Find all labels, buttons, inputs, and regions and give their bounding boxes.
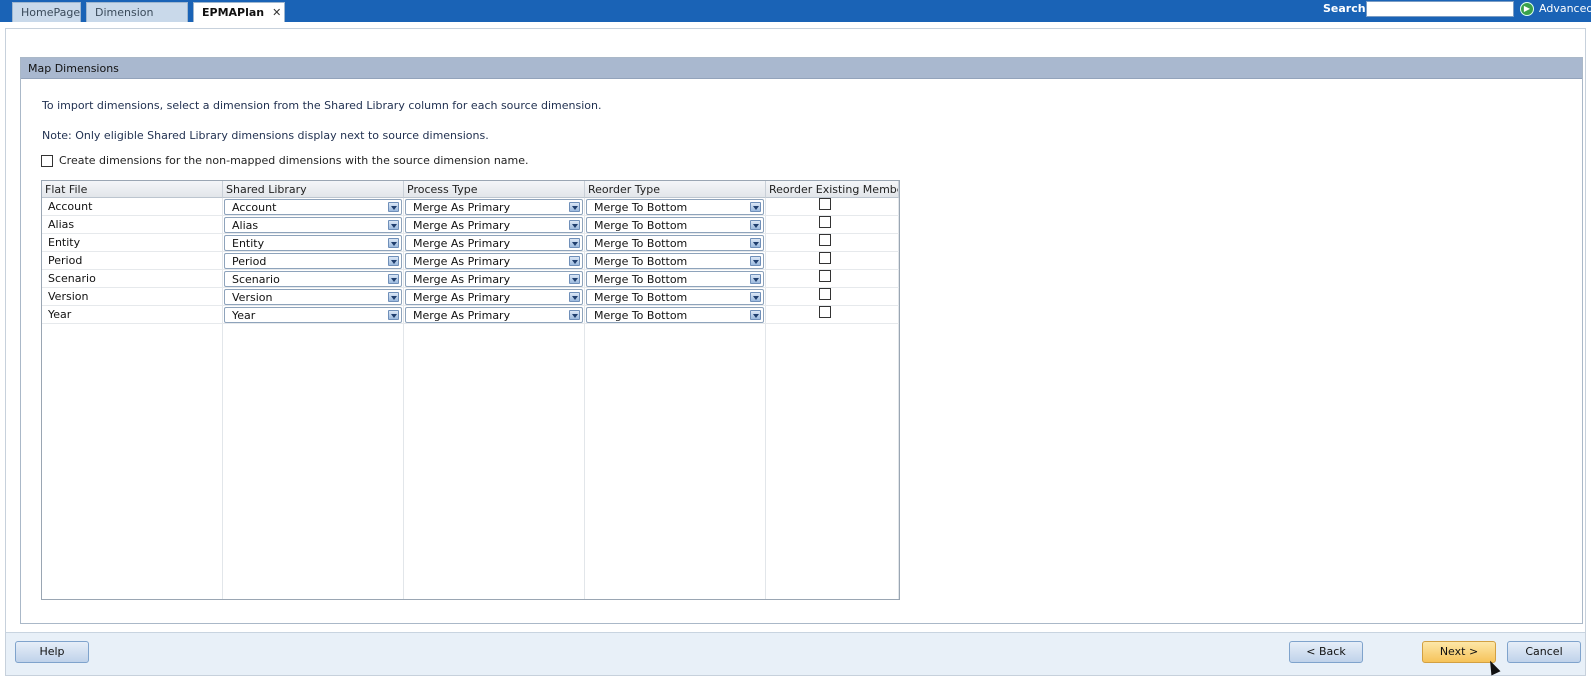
column-header-reorder-type[interactable]: Reorder Type [585,181,766,198]
shared-library-select[interactable]: Entity [224,235,402,251]
tab-label: EPMAPlan [202,6,265,19]
flat-file-cell: Version [48,290,89,303]
process-type-select[interactable]: Merge As Primary [405,217,583,233]
column-header-shared-library[interactable]: Shared Library [223,181,404,198]
reorder-type-select[interactable]: Merge To Bottom [586,271,764,287]
cancel-button[interactable]: Cancel [1507,641,1581,663]
process-type-select[interactable]: Merge As Primary [405,235,583,251]
table-row: Alias Alias Merge As Primary Merge To Bo… [42,216,899,234]
chevron-down-icon[interactable] [388,256,399,266]
table-row: Period Period Merge As Primary Merge To … [42,252,899,270]
reorder-existing-checkbox[interactable] [819,270,831,282]
flat-file-cell: Alias [48,218,75,231]
shared-library-select[interactable]: Alias [224,217,402,233]
reorder-type-select[interactable]: Merge To Bottom [586,217,764,233]
panel-title: Map Dimensions [21,58,1582,79]
chevron-down-icon[interactable] [388,238,399,248]
chevron-down-icon[interactable] [750,274,761,284]
table-row: Year Year Merge As Primary Merge To Bott… [42,306,899,324]
flat-file-cell: Entity [48,236,81,249]
top-bar: HomePage Dimension Library EPMAPlan ✕ Sea… [0,0,1591,39]
shared-library-select[interactable]: Year [224,307,402,323]
chevron-down-icon[interactable] [569,202,580,212]
reorder-type-select[interactable]: Merge To Bottom [586,199,764,215]
instruction-text: To import dimensions, select a dimension… [42,99,602,112]
tab-epmaplan[interactable]: EPMAPlan ✕ [193,2,285,22]
chevron-down-icon[interactable] [388,292,399,302]
advanced-link[interactable]: Advanced [1539,0,1591,18]
search-input[interactable] [1366,1,1514,17]
reorder-existing-checkbox[interactable] [819,198,831,210]
table-row: Entity Entity Merge As Primary Merge To … [42,234,899,252]
tab-homepage[interactable]: HomePage [12,2,81,22]
reorder-type-select[interactable]: Merge To Bottom [586,253,764,269]
chevron-down-icon[interactable] [569,274,580,284]
chevron-down-icon[interactable] [569,310,580,320]
chevron-down-icon[interactable] [388,202,399,212]
reorder-type-select[interactable]: Merge To Bottom [586,289,764,305]
chevron-down-icon[interactable] [569,256,580,266]
process-type-select[interactable]: Merge As Primary [405,199,583,215]
create-dimensions-label: Create dimensions for the non-mapped dim… [59,154,529,167]
shared-library-select[interactable]: Account [224,199,402,215]
table-row: Scenario Scenario Merge As Primary Merge… [42,270,899,288]
reorder-existing-checkbox[interactable] [819,306,831,318]
process-type-select[interactable]: Merge As Primary [405,307,583,323]
flat-file-cell: Scenario [48,272,96,285]
chevron-down-icon[interactable] [750,310,761,320]
chevron-down-icon[interactable] [750,238,761,248]
tab-label: HomePage [21,6,81,19]
tab-dimension-library[interactable]: Dimension Library [86,2,188,39]
flat-file-cell: Account [48,200,93,213]
column-header-process-type[interactable]: Process Type [404,181,585,198]
create-dimensions-checkbox[interactable] [41,155,53,167]
chevron-down-icon[interactable] [569,238,580,248]
table-row: Version Version Merge As Primary Merge T… [42,288,899,306]
process-type-select[interactable]: Merge As Primary [405,289,583,305]
flat-file-cell: Year [48,308,72,321]
shared-library-select[interactable]: Scenario [224,271,402,287]
column-header-flat-file[interactable]: Flat File [42,181,223,198]
reorder-type-select[interactable]: Merge To Bottom [586,307,764,323]
note-text: Note: Only eligible Shared Library dimen… [42,129,489,142]
back-button[interactable]: < Back [1289,641,1363,663]
chevron-down-icon[interactable] [388,310,399,320]
mapping-grid: Flat File Shared Library Process Type Re… [41,180,900,600]
process-type-select[interactable]: Merge As Primary [405,253,583,269]
next-button[interactable]: Next > [1422,641,1496,663]
reorder-existing-checkbox[interactable] [819,288,831,300]
chevron-down-icon[interactable] [388,220,399,230]
close-icon[interactable]: ✕ [272,6,281,19]
help-button[interactable]: Help [15,641,89,663]
chevron-down-icon[interactable] [569,292,580,302]
reorder-existing-checkbox[interactable] [819,216,831,228]
reorder-existing-checkbox[interactable] [819,252,831,264]
chevron-down-icon[interactable] [569,220,580,230]
chevron-down-icon[interactable] [750,220,761,230]
table-row: Account Account Merge As Primary Merge T… [42,198,899,216]
column-header-spacer [899,181,900,198]
search-label: Search: [1323,2,1370,15]
chevron-down-icon[interactable] [750,292,761,302]
chevron-down-icon[interactable] [750,202,761,212]
reorder-existing-checkbox[interactable] [819,234,831,246]
reorder-type-select[interactable]: Merge To Bottom [586,235,764,251]
play-circle-icon[interactable]: ▶ [1520,2,1534,16]
flat-file-cell: Period [48,254,83,267]
shared-library-select[interactable]: Version [224,289,402,305]
column-header-reorder-existing-members[interactable]: Reorder Existing Members [766,181,899,198]
shared-library-select[interactable]: Period [224,253,402,269]
chevron-down-icon[interactable] [750,256,761,266]
chevron-down-icon[interactable] [388,274,399,284]
process-type-select[interactable]: Merge As Primary [405,271,583,287]
